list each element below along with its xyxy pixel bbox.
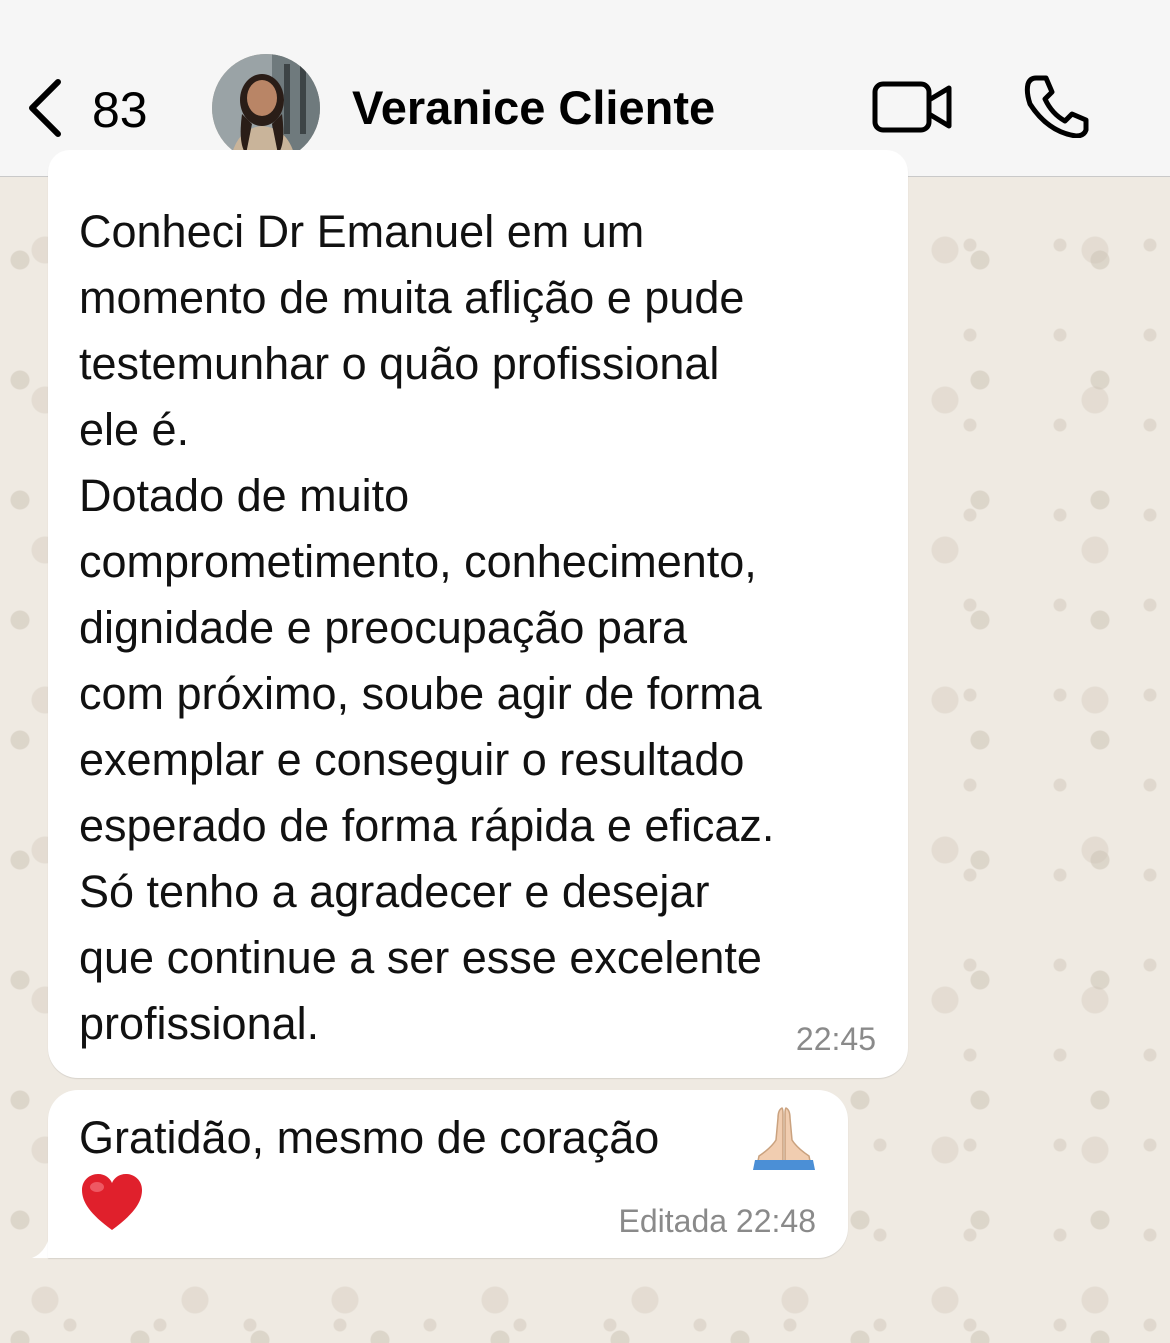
video-camera-icon[interactable] — [872, 78, 954, 136]
chevron-left-icon[interactable] — [22, 76, 66, 140]
message-timestamp: Editada 22:48 — [618, 1203, 817, 1239]
message-text: Conheci Dr Emanuel em um momento de muit… — [79, 206, 775, 1049]
message-text: Gratidão, mesmo de coração — [79, 1112, 660, 1163]
voice-call-button[interactable] — [1022, 74, 1090, 138]
message-bubble[interactable]: Gratidão, mesmo de coração Editada 22:48 — [48, 1090, 848, 1258]
folded-hands-icon — [749, 1104, 819, 1170]
message-timestamp: 22:45 — [795, 1021, 876, 1057]
message-bubble[interactable]: Conheci Dr Emanuel em um momento de muit… — [48, 150, 908, 1078]
avatar[interactable] — [212, 54, 320, 162]
red-heart-icon — [80, 1172, 144, 1232]
contact-name[interactable]: Veranice Cliente — [352, 78, 715, 138]
unread-count[interactable]: 83 — [92, 80, 148, 140]
phone-icon[interactable] — [1022, 74, 1090, 138]
back-button[interactable] — [22, 76, 66, 140]
video-call-button[interactable] — [872, 78, 954, 136]
